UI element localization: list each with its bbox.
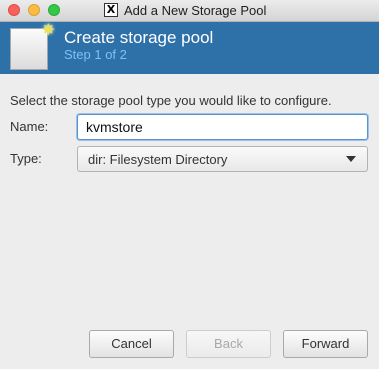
type-dropdown[interactable]: dir: Filesystem Directory xyxy=(77,146,368,172)
title-bar: X Add a New Storage Pool xyxy=(0,0,379,22)
name-input[interactable] xyxy=(77,114,368,140)
forward-button[interactable]: Forward xyxy=(283,330,368,358)
storage-pool-new-icon: ✸ xyxy=(10,23,55,70)
new-star-icon: ✸ xyxy=(41,22,55,39)
chevron-down-icon xyxy=(346,156,356,162)
type-selected-value: dir: Filesystem Directory xyxy=(88,152,228,167)
window-maximize-button[interactable] xyxy=(48,4,60,16)
x11-app-icon: X xyxy=(104,3,118,17)
back-button[interactable]: Back xyxy=(186,330,271,358)
cancel-button[interactable]: Cancel xyxy=(89,330,174,358)
window-minimize-button[interactable] xyxy=(28,4,40,16)
wizard-header: ✸ Create storage pool Step 1 of 2 xyxy=(0,22,379,74)
name-label: Name: xyxy=(10,119,49,134)
window-title: Add a New Storage Pool xyxy=(124,3,267,18)
type-label: Type: xyxy=(10,151,42,166)
wizard-title: Create storage pool xyxy=(64,28,214,47)
type-prompt: Select the storage pool type you would l… xyxy=(10,93,332,108)
wizard-step: Step 1 of 2 xyxy=(64,47,127,62)
window-close-button[interactable] xyxy=(8,4,20,16)
